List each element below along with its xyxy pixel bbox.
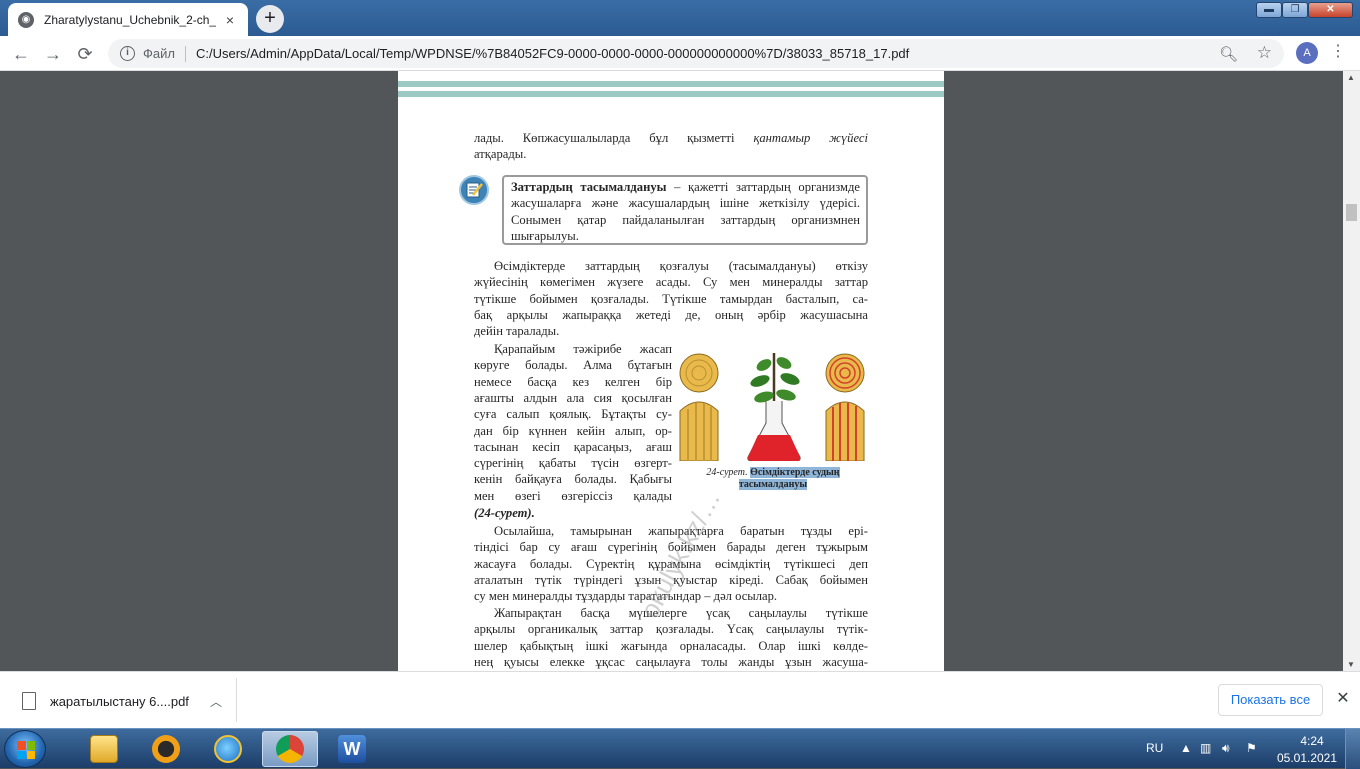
figure-caption: 24-сурет. Өсімдіктерде судың тасымалдану…: [698, 467, 848, 491]
windows-logo-icon: [17, 741, 35, 759]
para2-line: кенін байқауға болады. Қабығы: [474, 472, 672, 487]
new-tab-button[interactable]: +: [256, 5, 284, 33]
para4-line: Жапырақтан басқа мүшелерге үсақ саңылаул…: [494, 606, 868, 620]
caption-prefix: 24-сурет.: [706, 467, 748, 478]
left-log-illustration: [679, 353, 719, 462]
zoom-icon[interactable]: 🔍︎: [1219, 45, 1238, 63]
browser-tab[interactable]: ◉ Zharatylystanu_Uchebnik_2-ch_6 ×: [8, 3, 248, 36]
reload-button[interactable]: ⟳: [72, 41, 98, 67]
page-teal-band: [398, 81, 944, 87]
word-icon: W: [338, 735, 366, 763]
start-button[interactable]: [4, 730, 46, 768]
network-icon[interactable]: ▥: [1200, 741, 1211, 755]
download-file-name[interactable]: жаратылыстану 6....pdf: [50, 694, 210, 709]
chevron-up-icon[interactable]: ︿: [210, 693, 222, 710]
definition-box: Заттардың тасымалдануы – қажетті заттард…: [502, 175, 868, 245]
forward-button[interactable]: →: [40, 41, 66, 67]
pdf-page: лады. Көпжасушалыларда бұл қызметті қант…: [398, 71, 944, 671]
file-explorer-button[interactable]: [76, 731, 132, 767]
paragraph-top-line2: атқарады.: [474, 147, 527, 161]
file-explorer-icon: [90, 735, 118, 763]
windows-taskbar: W RU ▲ ▥ 🔊︎ ⚑ 4:24 05.01.2021: [0, 728, 1360, 769]
para1-line: түтікше бойымен қозғалады. Түтікше тамыр…: [474, 291, 868, 306]
para1-line: бақ арқылы жапыраққа жетеді де, оның әрб…: [474, 307, 868, 322]
figure-24: [678, 351, 870, 462]
tab-strip: ◉ Zharatylystanu_Uchebnik_2-ch_6 × + ▬ ❐…: [0, 0, 1360, 36]
star-icon[interactable]: ☆: [1257, 43, 1272, 63]
url-text[interactable]: C:/Users/Admin/AppData/Local/Temp/WPDNSE…: [196, 46, 909, 61]
note-pencil-icon: [459, 175, 489, 205]
para2-line: тасынан кесіп қарасаңыз, ағаш: [474, 439, 672, 454]
shelf-divider: [236, 678, 237, 722]
omnibox-separator: [184, 45, 186, 62]
maximize-button[interactable]: ❐: [1282, 2, 1308, 18]
scroll-up-icon[interactable]: ▲: [1347, 73, 1355, 82]
caption-highlight: Өсімдіктерде судың тасымалдануы: [738, 467, 840, 490]
language-indicator[interactable]: RU: [1146, 741, 1163, 755]
window-close-button[interactable]: ✕: [1308, 2, 1353, 18]
volume-icon[interactable]: 🔊︎: [1222, 741, 1230, 756]
aimp-icon: [152, 735, 180, 763]
para1-line: дейін таралады.: [474, 324, 560, 339]
definition-term: Заттардың тасымалдануы: [511, 180, 667, 194]
para2-line: сүрегінің қабаты түсін өзгерт-: [474, 456, 672, 471]
para2-line: суға салып қоялық. Бұтақты су-: [474, 407, 672, 422]
para4-line: арқылы органикалық заттар қозғалады. Үса…: [474, 622, 868, 637]
shelf-close-icon[interactable]: ✕: [1334, 690, 1352, 708]
right-log-illustration: [825, 353, 865, 462]
para2-line: ағашты алдын ала сия қосылған: [474, 390, 672, 405]
flask-plant-illustration: [747, 353, 801, 462]
address-bar[interactable]: i Файл C:/Users/Admin/AppData/Local/Temp…: [108, 39, 1284, 68]
back-button[interactable]: ←: [8, 41, 34, 67]
pdf-viewer[interactable]: лады. Көпжасушалыларда бұл қызметті қант…: [0, 71, 1360, 671]
tab-close-icon[interactable]: ×: [222, 12, 238, 28]
show-desktop-button[interactable]: [1345, 729, 1360, 769]
page-teal-band-2: [398, 91, 944, 97]
info-icon[interactable]: i: [120, 46, 135, 61]
para1-line: Өсімдіктерде заттардың қозғалуы (тасымал…: [494, 259, 868, 273]
kebab-menu-icon[interactable]: ⋮: [1330, 42, 1346, 64]
browser-toolbar: ← → ⟳ i Файл C:/Users/Admin/AppData/Loca…: [0, 36, 1360, 71]
chrome-icon: [276, 735, 304, 763]
scroll-down-icon[interactable]: ▼: [1347, 660, 1355, 669]
file-icon: [22, 692, 36, 710]
para2-line: дан бір күннен кейін алып, ор-: [474, 423, 672, 438]
para2-line: Қарапайым тәжірибе жасап: [494, 342, 672, 356]
para2-line: көруге болады. Алма бұтағын: [474, 358, 672, 373]
figure-reference: (24-сурет).: [474, 506, 535, 520]
scheme-label: Файл: [143, 46, 175, 61]
tab-title: Zharatylystanu_Uchebnik_2-ch_6: [44, 12, 216, 27]
para2-line: немесе басқа кез келген бір: [474, 374, 672, 389]
page-top-band: [398, 71, 944, 81]
chrome-button[interactable]: [262, 731, 318, 767]
flag-icon[interactable]: ⚑: [1246, 741, 1257, 755]
show-all-button[interactable]: Показать все: [1218, 684, 1323, 716]
para4-line: нең қуысы елекке ұқсас саңылауға толы жа…: [474, 654, 868, 669]
profile-avatar[interactable]: A: [1296, 42, 1318, 64]
para4-line: шелер қабықтың ішкі жағында орналасады. …: [474, 638, 868, 653]
definition-text: Заттардың тасымалдануы – қажетті заттард…: [511, 179, 860, 244]
scrollbar-thumb[interactable]: [1346, 204, 1357, 221]
vertical-scrollbar[interactable]: ▲ ▼: [1343, 71, 1360, 671]
download-shelf: жаратылыстану 6....pdf ︿ Показать все ✕: [0, 671, 1360, 728]
paragraph-top-line1: лады. Көпжасушалыларда бұл қызметті қант…: [474, 131, 868, 145]
internet-explorer-icon: [214, 735, 242, 763]
internet-explorer-button[interactable]: [200, 731, 256, 767]
word-button[interactable]: W: [324, 731, 380, 767]
clock-date[interactable]: 05.01.2021: [1276, 751, 1338, 765]
para1-line: жүйесінің көмегімен жүзеге асады. Су мен…: [474, 275, 868, 290]
aimp-button[interactable]: [138, 731, 194, 767]
download-item[interactable]: жаратылыстану 6....pdf ︿: [12, 682, 236, 720]
pdf-favicon-icon: ◉: [18, 11, 34, 28]
tray-expand-icon[interactable]: ▲: [1180, 741, 1192, 755]
clock-time[interactable]: 4:24: [1292, 734, 1332, 748]
para2-line: мен өзегі өзгеріссіз қалады: [474, 488, 672, 503]
minimize-button[interactable]: ▬: [1256, 2, 1282, 18]
